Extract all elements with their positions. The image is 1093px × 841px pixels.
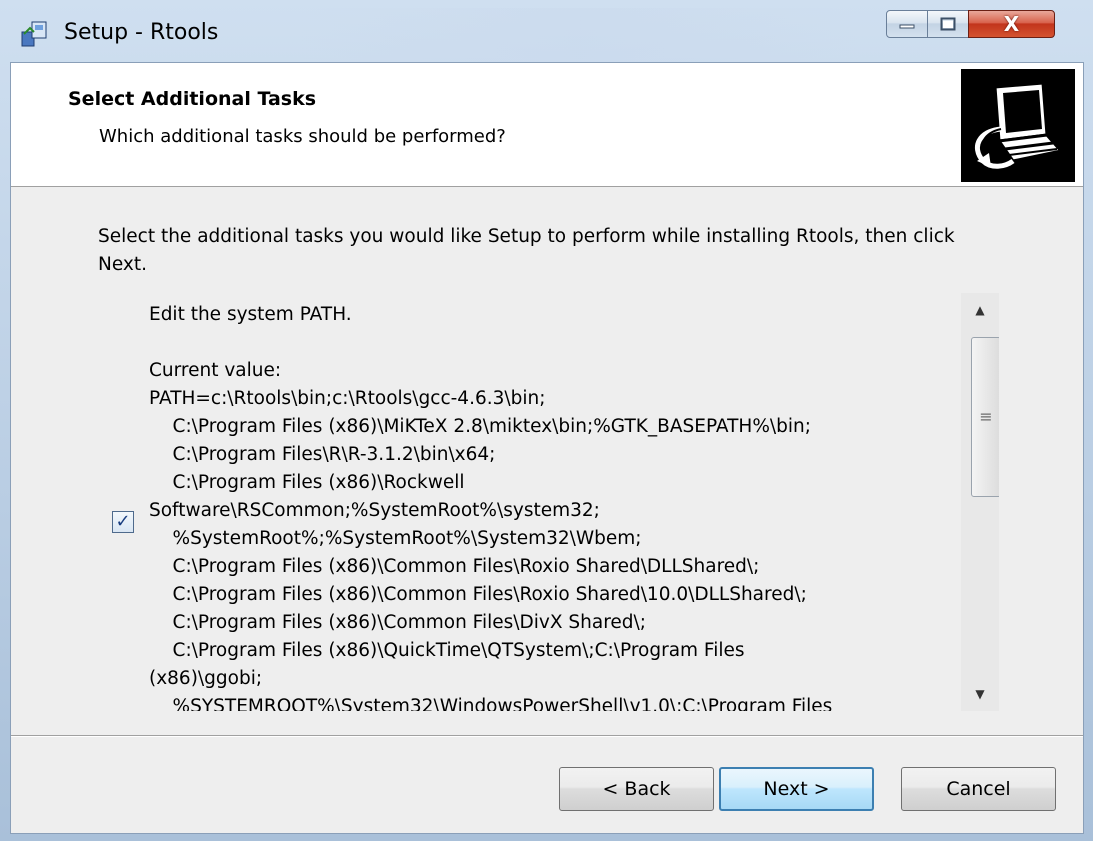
wizard-header: Select Additional Tasks Which additional…: [11, 63, 1083, 187]
close-button[interactable]: X: [968, 10, 1055, 38]
scroll-down-button[interactable]: ▼: [961, 677, 999, 711]
next-button[interactable]: Next >: [719, 767, 874, 811]
scroll-up-button[interactable]: ▲: [961, 293, 999, 327]
footer-divider: [11, 735, 1083, 737]
minimize-icon: [899, 24, 915, 29]
tasks-checklist[interactable]: ✓ Edit the system PATH. Current value: P…: [99, 293, 999, 711]
close-icon: X: [1003, 12, 1020, 36]
page-subtitle: Which additional tasks should be perform…: [99, 126, 506, 147]
edit-path-checkbox[interactable]: ✓: [112, 511, 134, 533]
page-title: Select Additional Tasks: [68, 88, 317, 110]
window-title: Setup - Rtools: [64, 20, 219, 45]
setup-computer-logo-icon: [961, 69, 1075, 182]
maximize-icon: [940, 17, 956, 31]
installer-app-icon: [21, 21, 47, 47]
instruction-text: Select the additional tasks you would li…: [98, 226, 955, 275]
scrollbar-thumb[interactable]: ≡: [971, 337, 999, 497]
vertical-scrollbar[interactable]: ▲ ≡ ▼: [961, 293, 999, 711]
wizard-client-area: Select Additional Tasks Which additional…: [10, 62, 1084, 834]
title-bar[interactable]: Setup - Rtools X: [0, 0, 1093, 62]
maximize-button[interactable]: [927, 10, 969, 38]
minimize-button[interactable]: [886, 10, 928, 38]
back-button[interactable]: < Back: [559, 767, 714, 811]
scroll-up-arrow-icon: ▲: [975, 303, 985, 317]
grip-icon: ≡: [979, 407, 993, 426]
checkmark-icon: ✓: [115, 511, 131, 532]
setup-window: Setup - Rtools X Select Additional Tasks…: [0, 0, 1093, 841]
edit-path-task-label: Edit the system PATH. Current value: PAT…: [149, 304, 833, 711]
cancel-button[interactable]: Cancel: [901, 767, 1056, 811]
scroll-down-arrow-icon: ▼: [975, 687, 985, 701]
